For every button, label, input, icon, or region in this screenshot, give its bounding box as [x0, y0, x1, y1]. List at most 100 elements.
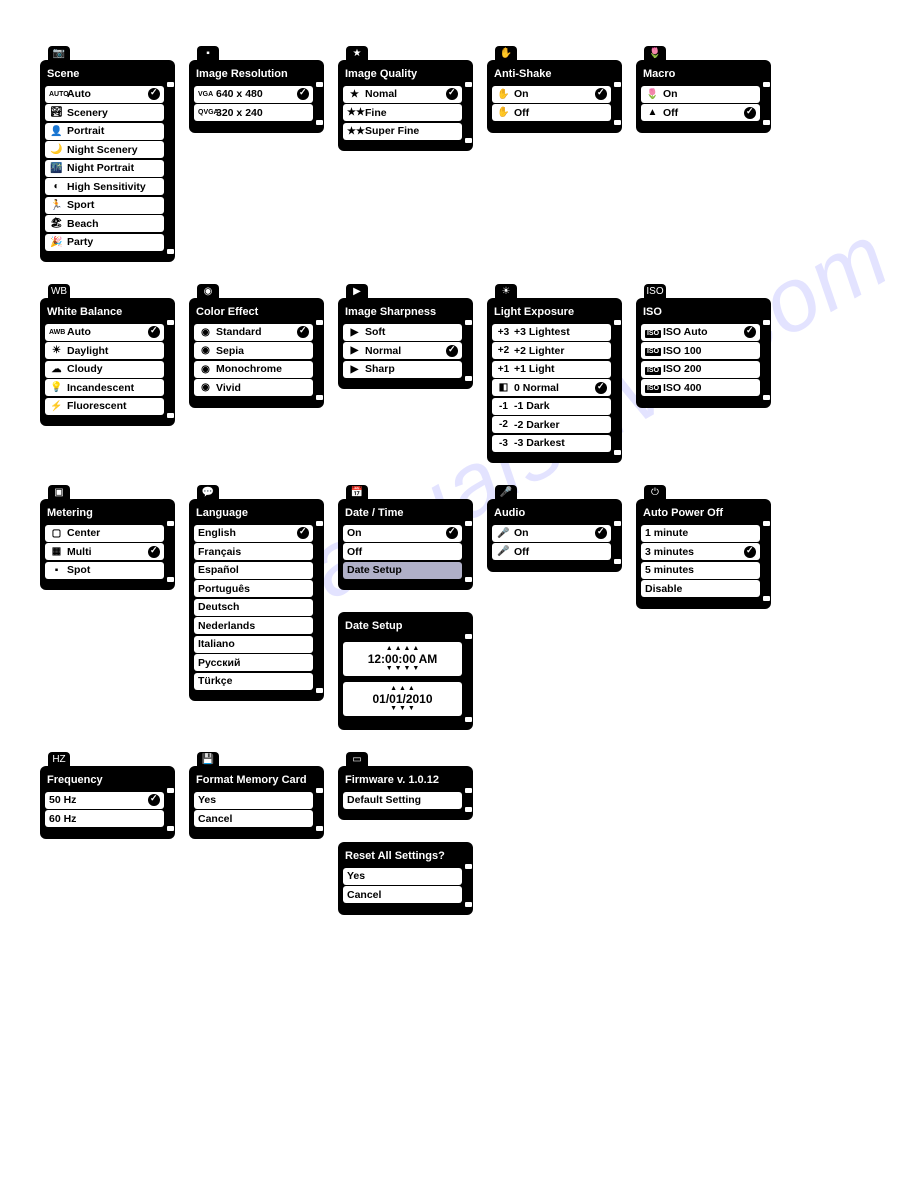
option-scene-6[interactable]: 🏃Sport — [45, 197, 164, 214]
option-sharp-1[interactable]: ▶Normal — [343, 342, 462, 359]
option-apo-2[interactable]: 5 minutes — [641, 562, 760, 579]
menu-title: Date / Time — [343, 505, 468, 523]
option-expo-0[interactable]: +3+3 Lightest — [492, 324, 611, 341]
option-meter-1[interactable]: ▦Multi — [45, 543, 164, 560]
menu-title: Reset All Settings? — [343, 848, 468, 866]
option-iso-1[interactable]: ISOISO 100 — [641, 342, 760, 359]
option-antishake-1[interactable]: ✋Off — [492, 104, 611, 121]
option-freq-0[interactable]: 50 Hz — [45, 792, 164, 809]
option-reset-1[interactable]: Cancel — [343, 886, 462, 903]
option-lang-4[interactable]: Deutsch — [194, 599, 313, 616]
option-wb-2[interactable]: ☁Cloudy — [45, 361, 164, 378]
option-meter-2[interactable]: ▪Spot — [45, 562, 164, 579]
option-meter-0[interactable]: ▢Center — [45, 525, 164, 542]
menu-quality: ★Image Quality★Nomal★★Fine★★Super Fine — [338, 60, 473, 151]
option-format-0[interactable]: Yes — [194, 792, 313, 809]
option-sharp-2[interactable]: ▶Sharp — [343, 361, 462, 378]
option-lang-6[interactable]: Italiano — [194, 636, 313, 653]
option-expo-3[interactable]: ◧0 Normal — [492, 379, 611, 396]
checkmark-icon — [148, 88, 160, 100]
option-icon: ☀ — [49, 345, 64, 356]
option-scene-0[interactable]: AUTOAuto — [45, 86, 164, 103]
option-label: Portrait — [67, 125, 160, 137]
option-macro-1[interactable]: ▲Off — [641, 104, 760, 121]
option-expo-1[interactable]: +2+2 Lighter — [492, 342, 611, 359]
option-wb-3[interactable]: 💡Incandescent — [45, 379, 164, 396]
option-macro-0[interactable]: 🌷On — [641, 86, 760, 103]
option-quality-2[interactable]: ★★Super Fine — [343, 123, 462, 140]
menu-tab-icon: 💾 — [197, 752, 219, 766]
option-lang-8[interactable]: Türkçe — [194, 673, 313, 690]
option-freq-1[interactable]: 60 Hz — [45, 810, 164, 827]
menu-title: Color Effect — [194, 304, 319, 322]
option-iso-2[interactable]: ISOISO 200 — [641, 361, 760, 378]
option-lang-0[interactable]: English — [194, 525, 313, 542]
option-expo-5[interactable]: -2-2 Darker — [492, 416, 611, 433]
option-antishake-0[interactable]: ✋On — [492, 86, 611, 103]
menu-reset: Reset All Settings? YesCancel — [338, 842, 473, 915]
option-scene-2[interactable]: 👤Portrait — [45, 123, 164, 140]
option-icon: ▦ — [49, 546, 64, 557]
option-scene-4[interactable]: 🌃Night Portrait — [45, 160, 164, 177]
date-editor[interactable]: ▲ ▲ ▲01/01/2010▼ ▼ ▼ — [343, 682, 462, 716]
option-scene-1[interactable]: 🏞Scenery — [45, 104, 164, 121]
option-reset-0[interactable]: Yes — [343, 868, 462, 885]
option-scene-8[interactable]: 🎉Party — [45, 234, 164, 251]
option-icon: 🎤 — [496, 546, 511, 557]
option-iso-0[interactable]: ISOISO Auto — [641, 324, 760, 341]
option-resolution-1[interactable]: QVGA320 x 240 — [194, 104, 313, 121]
option-apo-3[interactable]: Disable — [641, 580, 760, 597]
option-iso-3[interactable]: ISOISO 400 — [641, 379, 760, 396]
option-expo-2[interactable]: +1+1 Light — [492, 361, 611, 378]
option-format-1[interactable]: Cancel — [194, 810, 313, 827]
option-lang-7[interactable]: Русский — [194, 654, 313, 671]
option-lang-1[interactable]: Français — [194, 543, 313, 560]
option-datetime-2[interactable]: Date Setup — [343, 562, 462, 579]
option-label: ISO Auto — [663, 326, 744, 338]
option-icon: ★★ — [347, 126, 362, 137]
option-apo-0[interactable]: 1 minute — [641, 525, 760, 542]
option-datetime-0[interactable]: On — [343, 525, 462, 542]
option-scene-7[interactable]: 🏖Beach — [45, 215, 164, 232]
time-editor[interactable]: ▲ ▲ ▲ ▲12:00:00 AM▼ ▼ ▼ ▼ — [343, 642, 462, 676]
option-wb-0[interactable]: AWBAuto — [45, 324, 164, 341]
option-lang-2[interactable]: Español — [194, 562, 313, 579]
option-quality-1[interactable]: ★★Fine — [343, 104, 462, 121]
option-label: Türkçe — [198, 675, 309, 687]
option-scene-5[interactable]: ◐High Sensitivity — [45, 178, 164, 195]
scroll-cap-top — [763, 521, 770, 526]
menu-tab-icon: 📷 — [48, 46, 70, 60]
option-wb-1[interactable]: ☀Daylight — [45, 342, 164, 359]
option-lang-3[interactable]: Português — [194, 580, 313, 597]
option-expo-4[interactable]: -1-1 Dark — [492, 398, 611, 415]
option-label: Auto — [67, 326, 148, 338]
option-label: -2 Darker — [514, 419, 607, 431]
option-wb-4[interactable]: ⚡Fluorescent — [45, 398, 164, 415]
option-audio-1[interactable]: 🎤Off — [492, 543, 611, 560]
option-icon: ISO — [645, 364, 660, 375]
option-lang-5[interactable]: Nederlands — [194, 617, 313, 634]
option-label: 0 Normal — [514, 382, 595, 394]
option-label: Français — [198, 546, 309, 558]
option-label: On — [663, 88, 756, 100]
option-effect-1[interactable]: ◉Sepia — [194, 342, 313, 359]
option-scene-3[interactable]: 🌙Night Scenery — [45, 141, 164, 158]
option-sharp-0[interactable]: ▶Soft — [343, 324, 462, 341]
option-label: Italiano — [198, 638, 309, 650]
option-effect-0[interactable]: ◉Standard — [194, 324, 313, 341]
option-icon: 🏖 — [49, 218, 64, 229]
option-audio-0[interactable]: 🎤On — [492, 525, 611, 542]
checkmark-icon — [446, 527, 458, 539]
option-expo-6[interactable]: -3-3 Darkest — [492, 435, 611, 452]
option-label: Soft — [365, 326, 458, 338]
option-fw-0[interactable]: Default Setting — [343, 792, 462, 809]
option-datetime-1[interactable]: Off — [343, 543, 462, 560]
menu-tab-icon: ★ — [346, 46, 368, 60]
option-icon: ▶ — [347, 327, 362, 338]
option-apo-1[interactable]: 3 minutes — [641, 543, 760, 560]
option-effect-2[interactable]: ◉Monochrome — [194, 361, 313, 378]
option-resolution-0[interactable]: VGA640 x 480 — [194, 86, 313, 103]
option-effect-3[interactable]: ◉Vivid — [194, 379, 313, 396]
option-quality-0[interactable]: ★Nomal — [343, 86, 462, 103]
scroll-cap-bottom — [465, 376, 472, 381]
